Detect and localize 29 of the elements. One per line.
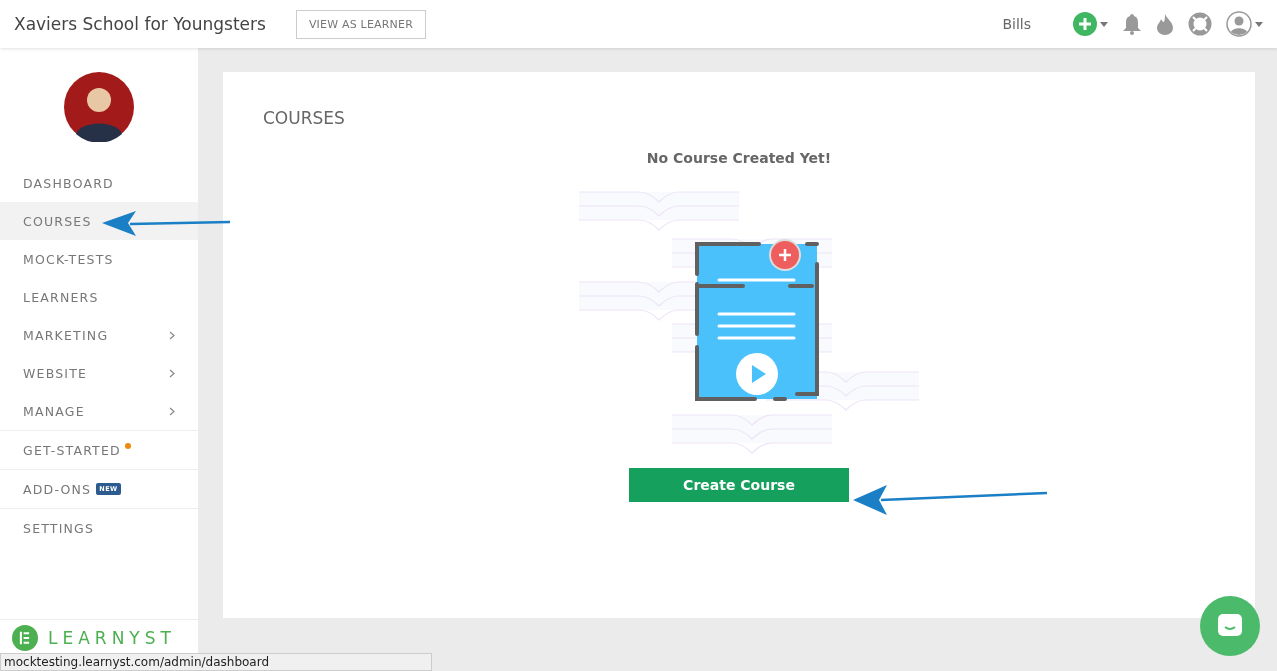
sidebar-item[interactable]: SETTINGS: [0, 508, 198, 547]
flame-icon[interactable]: [1156, 13, 1174, 35]
school-name: Xaviers School for Youngsters: [14, 14, 266, 34]
sidebar-item[interactable]: MOCK-TESTS: [0, 240, 198, 278]
status-bar-url: mocktesting.learnyst.com/admin/dashboard: [0, 653, 432, 671]
chevron-icon: [169, 406, 175, 416]
user-link[interactable]: Bills: [1002, 16, 1031, 32]
empty-message: No Course Created Yet!: [646, 150, 832, 166]
profile-icon[interactable]: [1226, 11, 1263, 37]
logo-icon: [12, 625, 38, 651]
avatar: [64, 72, 134, 142]
notification-dot: [124, 443, 131, 449]
sidebar-item[interactable]: MANAGE: [0, 392, 198, 430]
logo-text: LEARNYST: [48, 628, 176, 648]
add-icon[interactable]: [1073, 12, 1108, 36]
create-course-button[interactable]: Create Course: [629, 468, 849, 502]
chat-button[interactable]: [1200, 596, 1260, 656]
sidebar-item[interactable]: MARKETING: [0, 316, 198, 354]
sidebar-item[interactable]: LEARNERS: [0, 278, 198, 316]
bell-icon[interactable]: [1122, 13, 1142, 35]
sidebar-item[interactable]: DASHBOARD: [0, 164, 198, 202]
lifebuoy-icon[interactable]: [1188, 12, 1212, 36]
sidebar-item[interactable]: GET-STARTED: [0, 430, 198, 469]
page-title: COURSES: [263, 108, 346, 128]
sidebar-item[interactable]: WEBSITE: [0, 354, 198, 392]
chevron-icon: [169, 368, 175, 378]
chevron-icon: [169, 330, 175, 340]
view-as-learner-button[interactable]: VIEW AS LEARNER: [295, 9, 427, 39]
sidebar-item[interactable]: COURSES: [0, 202, 198, 240]
